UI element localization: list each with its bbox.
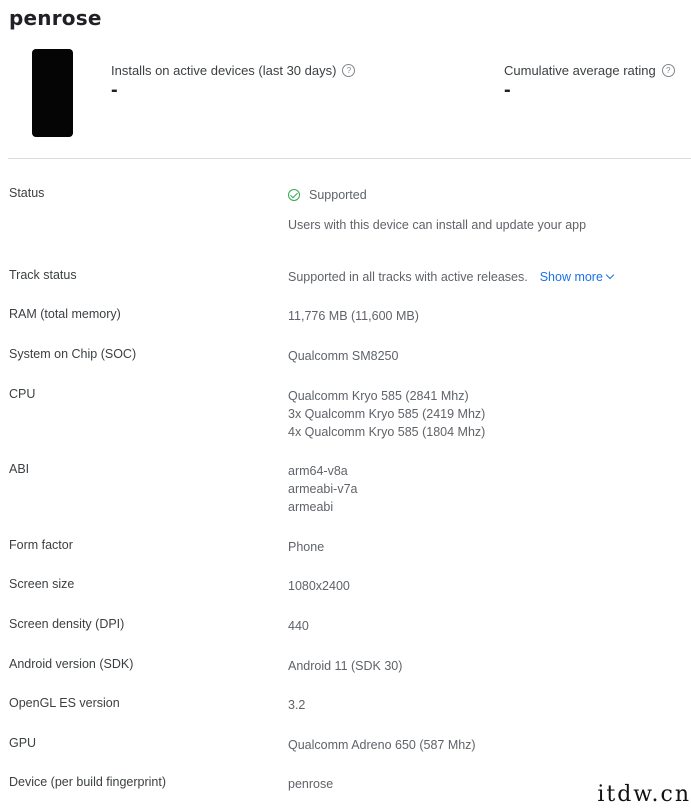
installs-value: - — [111, 79, 118, 101]
spec-value-line: 1080x2400 — [288, 579, 350, 593]
page-title: penrose — [9, 6, 102, 30]
device-image — [32, 49, 73, 137]
divider — [8, 158, 691, 159]
spec-label: Android version (SDK) — [9, 657, 134, 671]
spec-value-line: 440 — [288, 619, 309, 633]
spec-value: 11,776 MB (11,600 MB) — [288, 307, 419, 325]
status-badge: Supported — [309, 188, 367, 202]
spec-value-line: 11,776 MB (11,600 MB) — [288, 309, 419, 323]
spec-label: Screen size — [9, 577, 75, 591]
spec-value: Qualcomm SM8250 — [288, 347, 398, 365]
spec-value-line: 3x Qualcomm Kryo 585 (2419 Mhz) — [288, 407, 486, 421]
status-description: Users with this device can install and u… — [288, 218, 587, 232]
spec-value: Qualcomm Adreno 650 (587 Mhz) — [288, 736, 476, 754]
spec-value: arm64-v8a armeabi-v7a armeabi — [288, 462, 357, 516]
spec-value-line: 3.2 — [288, 698, 306, 712]
spec-value-line: penrose — [288, 777, 334, 791]
spec-value: Phone — [288, 538, 324, 556]
spec-label: System on Chip (SOC) — [9, 347, 137, 361]
spec-value-line: armeabi-v7a — [288, 482, 358, 496]
spec-label: Form factor — [9, 538, 73, 552]
spec-value-line: Android 11 (SDK 30) — [288, 659, 403, 673]
spec-label: CPU — [9, 387, 36, 401]
show-more-label: Show more — [539, 270, 603, 284]
spec-value-line: Qualcomm Kryo 585 (2841 Mhz) — [288, 389, 469, 403]
spec-label: RAM (total memory) — [9, 307, 121, 321]
spec-value-line: Qualcomm SM8250 — [288, 349, 399, 363]
spec-value-line: Qualcomm Adreno 650 (587 Mhz) — [288, 738, 476, 752]
spec-value-line: 4x Qualcomm Kryo 585 (1804 Mhz) — [288, 425, 486, 439]
spec-value: 3.2 — [288, 696, 305, 714]
watermark: itdw.cn — [597, 782, 691, 807]
spec-value-line: arm64-v8a — [288, 464, 348, 478]
spec-value: Qualcomm Kryo 585 (2841 Mhz) 3x Qualcomm … — [288, 387, 485, 441]
spec-value: 1080x2400 — [288, 577, 350, 595]
spec-value: 440 — [288, 617, 309, 635]
chevron-down-icon — [605, 270, 615, 280]
track-status-value: Supported in all tracks with active rele… — [288, 270, 528, 284]
spec-value-line: Phone — [288, 540, 325, 554]
spec-label: Screen density (DPI) — [9, 617, 125, 631]
spec-label: ABI — [9, 462, 30, 476]
show-more-link[interactable]: Show more — [539, 270, 615, 284]
status-label: Status — [9, 186, 45, 200]
help-circle-icon[interactable]: ? — [342, 64, 356, 77]
spec-value: penrose — [288, 775, 333, 793]
rating-metric: Cumulative average rating ? - — [504, 63, 675, 100]
spec-label: OpenGL ES version — [9, 696, 120, 710]
help-circle-icon[interactable]: ? — [661, 64, 675, 77]
installs-label: Installs on active devices (last 30 days… — [111, 63, 337, 78]
rating-value: - — [504, 79, 511, 101]
check-circle-icon — [288, 189, 300, 201]
spec-value-line: armeabi — [288, 500, 334, 514]
spec-label: GPU — [9, 736, 37, 750]
installs-metric: Installs on active devices (last 30 days… — [111, 63, 356, 101]
rating-label: Cumulative average rating — [504, 63, 656, 78]
spec-label: Device (per build fingerprint) — [9, 775, 167, 789]
spec-value: Android 11 (SDK 30) — [288, 657, 402, 675]
track-status-label: Track status — [9, 268, 77, 282]
